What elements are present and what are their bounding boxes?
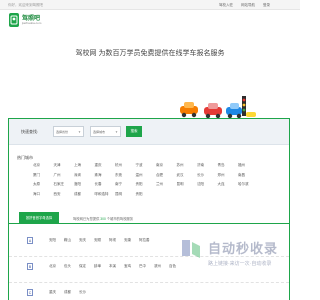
link-school-join[interactable]: 驾校入驻 [219, 3, 233, 8]
city-link[interactable]: 安顺 [94, 238, 101, 243]
hot-city-link[interactable]: 太原 [33, 182, 54, 187]
city-link[interactable]: 保定 [79, 264, 86, 269]
city-link[interactable]: 宝鸡 [124, 264, 131, 269]
link-site-nav[interactable]: 网站导航 [241, 3, 255, 8]
city-link[interactable]: 安康 [124, 238, 131, 243]
orange-car-icon [180, 102, 198, 118]
hot-city-link[interactable]: 温州 [136, 173, 157, 178]
letter-badge: B [27, 263, 33, 270]
letter-city-list: 北京 包头 保定 蚌埠 本溪 宝鸡 巴中 滨州 百色 [49, 264, 176, 269]
red-car-icon [204, 103, 222, 119]
hot-city-link[interactable]: 西安 [54, 192, 75, 197]
city-select[interactable]: 选择城市 ▼ [90, 126, 121, 137]
city-link[interactable]: 安庆 [79, 238, 86, 243]
hot-city-link[interactable]: 长春 [95, 182, 116, 187]
service-count-note: 驾校网已为您提供 300 个城市的驾校服务 [73, 216, 133, 221]
watermark-title: 自动秒收录 [208, 241, 279, 256]
tab-pinyin-select[interactable]: 按拼音首字母选择 [19, 212, 59, 224]
hot-city-link[interactable]: 海口 [33, 192, 54, 197]
city-select-value: 选择城市 [93, 130, 106, 134]
hot-city-link[interactable]: 广州 [54, 173, 75, 178]
hot-city-link[interactable]: 郑州 [218, 173, 239, 178]
chevron-down-icon: ▼ [78, 130, 81, 134]
watermark-subtitle: 路上链接·来访一次·自动收录 [208, 261, 272, 267]
hot-city-link[interactable]: 昆明 [177, 182, 198, 187]
hot-cities-title: 热门城市 [17, 155, 33, 160]
hot-city-link[interactable]: 哈尔滨 [238, 182, 259, 187]
greeting-text: 你好，欢迎来到驾照吧 [8, 3, 43, 7]
search-button[interactable]: 搜索 [126, 126, 142, 137]
letter-tabs-bar: 按拼音首字母选择 驾校网已为您提供 300 个城市的驾校服务 [9, 212, 289, 224]
letter-badge: A [27, 237, 33, 244]
brand-logo-icon[interactable] [9, 13, 19, 27]
hot-city-link[interactable]: 南昌 [238, 173, 259, 178]
hot-city-link[interactable]: 北京 [33, 163, 54, 168]
watermark-logo-icon [182, 240, 200, 258]
city-link[interactable]: 安阳 [49, 238, 56, 243]
top-bar: 你好，欢迎来到驾照吧 驾校入驻 网站导航 登录 [0, 0, 300, 10]
letter-row: C 重庆 成都 长沙 [9, 287, 289, 300]
hot-city-link[interactable]: 沈阳 [197, 182, 218, 187]
service-note-prefix: 驾校网已为您提供 [73, 217, 100, 221]
hot-city-link[interactable]: 济南 [197, 163, 218, 168]
city-link[interactable]: 成都 [64, 290, 71, 295]
brand-url: jiazhaoba.com [22, 21, 42, 25]
hot-city-link[interactable]: 南宁 [115, 182, 136, 187]
blue-car-icon [226, 103, 242, 119]
hot-city-link[interactable]: 上海 [74, 163, 95, 168]
hot-city-link[interactable]: 武汉 [177, 173, 198, 178]
hot-city-link[interactable]: 昆明 [115, 192, 136, 197]
city-link[interactable]: 阿坝 [109, 238, 116, 243]
city-link[interactable]: 长沙 [79, 290, 86, 295]
service-city-count: 300 [100, 217, 106, 221]
hot-city-link[interactable]: 厦门 [33, 173, 54, 178]
hot-city-link[interactable]: 天津 [54, 163, 75, 168]
hot-city-link[interactable]: 重庆 [95, 163, 116, 168]
letter-city-list: 重庆 成都 长沙 [49, 290, 86, 295]
watermark: 自动秒收录 路上链接·来访一次·自动收录 [178, 236, 296, 274]
hot-city-link[interactable]: 石家庄 [54, 182, 75, 187]
hot-city-link[interactable]: 深圳 [74, 173, 95, 178]
hot-city-link[interactable]: 洛阳 [74, 182, 95, 187]
city-link[interactable]: 百色 [169, 264, 176, 269]
city-link[interactable]: 滨州 [154, 264, 161, 269]
city-link[interactable]: 北京 [49, 264, 56, 269]
province-select[interactable]: 选择省份 ▼ [53, 126, 84, 137]
province-select-value: 选择省份 [56, 130, 69, 134]
hot-city-link[interactable]: 珠海 [95, 173, 116, 178]
hot-city-link[interactable]: 长沙 [197, 173, 218, 178]
hot-city-link[interactable]: 呼和浩特 [95, 192, 116, 197]
chevron-down-icon: ▼ [115, 130, 118, 134]
slogan: 驾校网 为数百万学员免费提供在线学车报名服务 [75, 50, 225, 57]
letter-badge: C [27, 289, 33, 296]
city-link[interactable]: 重庆 [49, 290, 56, 295]
hot-city-link[interactable]: 贵阳 [136, 182, 157, 187]
hot-city-link[interactable]: 合肥 [156, 173, 177, 178]
city-link[interactable]: 阿拉善 [139, 238, 150, 243]
city-link[interactable]: 包头 [64, 264, 71, 269]
hot-cities-list: 北京 天津 上海 重庆 杭州 宁波 南京 苏州 济南 青岛 福州厦门 广州 深圳 珠海 东莞 温州 合肥 武汉 长沙… [33, 163, 283, 197]
hot-city-link[interactable]: 兰州 [156, 182, 177, 187]
hot-city-link[interactable]: 福州 [238, 163, 259, 168]
hot-city-link[interactable]: 东莞 [115, 173, 136, 178]
letter-city-list: 安阳 鞍山 安庆 安顺 阿坝 安康 阿拉善 [49, 238, 150, 243]
top-links: 驾校入驻 网站导航 登录 [219, 3, 270, 8]
hot-city-link[interactable]: 杭州 [115, 163, 136, 168]
city-link[interactable]: 蚌埠 [94, 264, 101, 269]
hot-city-link[interactable]: 宁波 [136, 163, 157, 168]
hot-city-link[interactable]: 贵阳 [136, 192, 157, 197]
service-note-suffix: 个城市的驾校服务 [106, 217, 134, 221]
city-link[interactable]: 本溪 [109, 264, 116, 269]
quick-search-bar: 快速查找: 选择省份 ▼ 选择城市 ▼ 搜索 [9, 119, 289, 145]
hot-city-link[interactable]: 南京 [156, 163, 177, 168]
city-link[interactable]: 巴中 [139, 264, 146, 269]
hot-city-link[interactable]: 成都 [74, 192, 95, 197]
hot-city-link[interactable]: 苏州 [177, 163, 198, 168]
hot-city-link[interactable]: 青岛 [218, 163, 239, 168]
quick-search-label: 快速查找: [21, 129, 39, 134]
link-login[interactable]: 登录 [263, 3, 270, 8]
hot-city-link[interactable]: 大连 [218, 182, 239, 187]
city-link[interactable]: 鞍山 [64, 238, 71, 243]
